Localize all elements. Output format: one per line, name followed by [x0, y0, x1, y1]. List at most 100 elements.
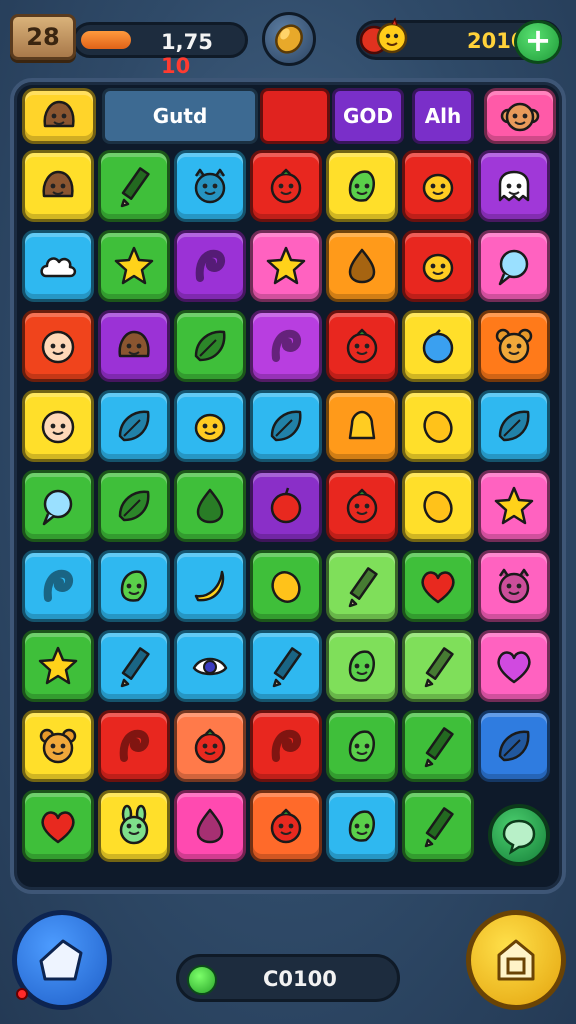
game-tile[interactable] [326, 390, 398, 462]
game-tile[interactable] [402, 150, 474, 222]
header-tab[interactable]: GOD [332, 88, 404, 144]
header-tab[interactable]: Alh [412, 88, 474, 144]
game-tile[interactable] [22, 790, 94, 862]
game-tile[interactable] [174, 310, 246, 382]
game-tile[interactable] [250, 630, 322, 702]
game-tile[interactable] [250, 230, 322, 302]
game-tile[interactable] [402, 470, 474, 542]
hint-button[interactable] [488, 804, 550, 866]
game-tile[interactable] [98, 630, 170, 702]
drop-icon [196, 808, 224, 844]
smile-face-icon [41, 410, 75, 444]
tomato-face-icon [194, 728, 226, 764]
game-tile[interactable] [326, 150, 398, 222]
game-tile[interactable] [326, 230, 398, 302]
apple-icon [270, 487, 302, 524]
star-icon [38, 646, 78, 685]
game-tile[interactable] [250, 310, 322, 382]
game-tile[interactable] [478, 550, 550, 622]
monkey-face-icon [500, 102, 540, 132]
header-tab[interactable] [260, 88, 330, 144]
game-tile[interactable] [98, 310, 170, 382]
game-tile[interactable] [478, 310, 550, 382]
game-tile[interactable] [174, 390, 246, 462]
game-tile[interactable] [326, 550, 398, 622]
game-tile[interactable] [250, 150, 322, 222]
game-tile[interactable] [22, 390, 94, 462]
game-tile[interactable] [250, 470, 322, 542]
game-tile[interactable] [478, 150, 550, 222]
coin-button[interactable] [262, 12, 316, 66]
game-tile[interactable] [250, 390, 322, 462]
leaf-icon [118, 410, 150, 442]
hint-bubble-icon [502, 819, 536, 855]
header-tab[interactable]: Gutd [102, 88, 258, 144]
apple-chick-icon [359, 17, 408, 55]
game-tile[interactable] [174, 790, 246, 862]
bell-icon [348, 410, 376, 440]
header-icon-tile[interactable] [22, 88, 96, 144]
leaf-face-icon [348, 810, 375, 842]
game-tile[interactable] [98, 150, 170, 222]
level-badge[interactable]: 28 [10, 14, 76, 60]
game-tile[interactable] [22, 150, 94, 222]
game-tile[interactable] [402, 390, 474, 462]
game-tile[interactable] [22, 470, 94, 542]
game-tile[interactable] [22, 550, 94, 622]
game-tile[interactable] [326, 470, 398, 542]
leaf-icon [118, 490, 150, 522]
game-tile[interactable] [478, 630, 550, 702]
swirl-icon [43, 569, 73, 602]
game-tile[interactable] [174, 470, 246, 542]
game-tile[interactable] [326, 630, 398, 702]
game-tile[interactable] [174, 230, 246, 302]
swirl-icon [271, 729, 301, 762]
game-tile[interactable] [98, 550, 170, 622]
game-tile[interactable] [402, 230, 474, 302]
game-tile[interactable] [402, 790, 474, 862]
game-tile[interactable] [478, 710, 550, 782]
game-tile[interactable] [98, 390, 170, 462]
game-tile[interactable] [98, 790, 170, 862]
game-tile[interactable] [22, 230, 94, 302]
heart-icon [41, 811, 75, 844]
game-tile[interactable] [478, 470, 550, 542]
tomato-face-icon [270, 808, 302, 844]
game-tile[interactable] [250, 790, 322, 862]
game-tile[interactable] [22, 630, 94, 702]
game-tile[interactable] [478, 230, 550, 302]
game-tile[interactable] [174, 150, 246, 222]
smile-face-icon [41, 330, 75, 364]
game-tile[interactable] [98, 710, 170, 782]
add-currency-button[interactable]: + [514, 20, 562, 64]
cloud-icon [40, 257, 77, 278]
game-tile[interactable] [402, 710, 474, 782]
game-tile[interactable] [250, 550, 322, 622]
game-tile[interactable] [326, 310, 398, 382]
game-tile[interactable] [478, 390, 550, 462]
game-tile[interactable] [326, 790, 398, 862]
game-tile[interactable] [250, 710, 322, 782]
blob-face-icon [118, 330, 150, 358]
pencil-icon [272, 647, 302, 688]
game-tile[interactable] [174, 710, 246, 782]
game-tile[interactable] [402, 310, 474, 382]
drop-icon [348, 248, 376, 284]
game-tile[interactable] [22, 310, 94, 382]
game-tile[interactable] [174, 550, 246, 622]
game-tile[interactable] [174, 630, 246, 702]
shop-button[interactable] [466, 910, 566, 1010]
header-tab-label: GOD [342, 104, 394, 128]
heart-icon [497, 651, 531, 684]
pencil-icon [120, 647, 150, 688]
game-tile[interactable] [22, 710, 94, 782]
header-icon-tile[interactable] [484, 88, 556, 144]
game-tile[interactable] [402, 550, 474, 622]
game-tile[interactable] [326, 710, 398, 782]
game-tile[interactable] [98, 230, 170, 302]
bear-face-icon [495, 328, 533, 364]
game-tile[interactable] [98, 470, 170, 542]
game-tile[interactable] [402, 630, 474, 702]
leaf-face-icon [120, 570, 147, 602]
energy-bar[interactable]: 1,75 10 [72, 22, 248, 78]
